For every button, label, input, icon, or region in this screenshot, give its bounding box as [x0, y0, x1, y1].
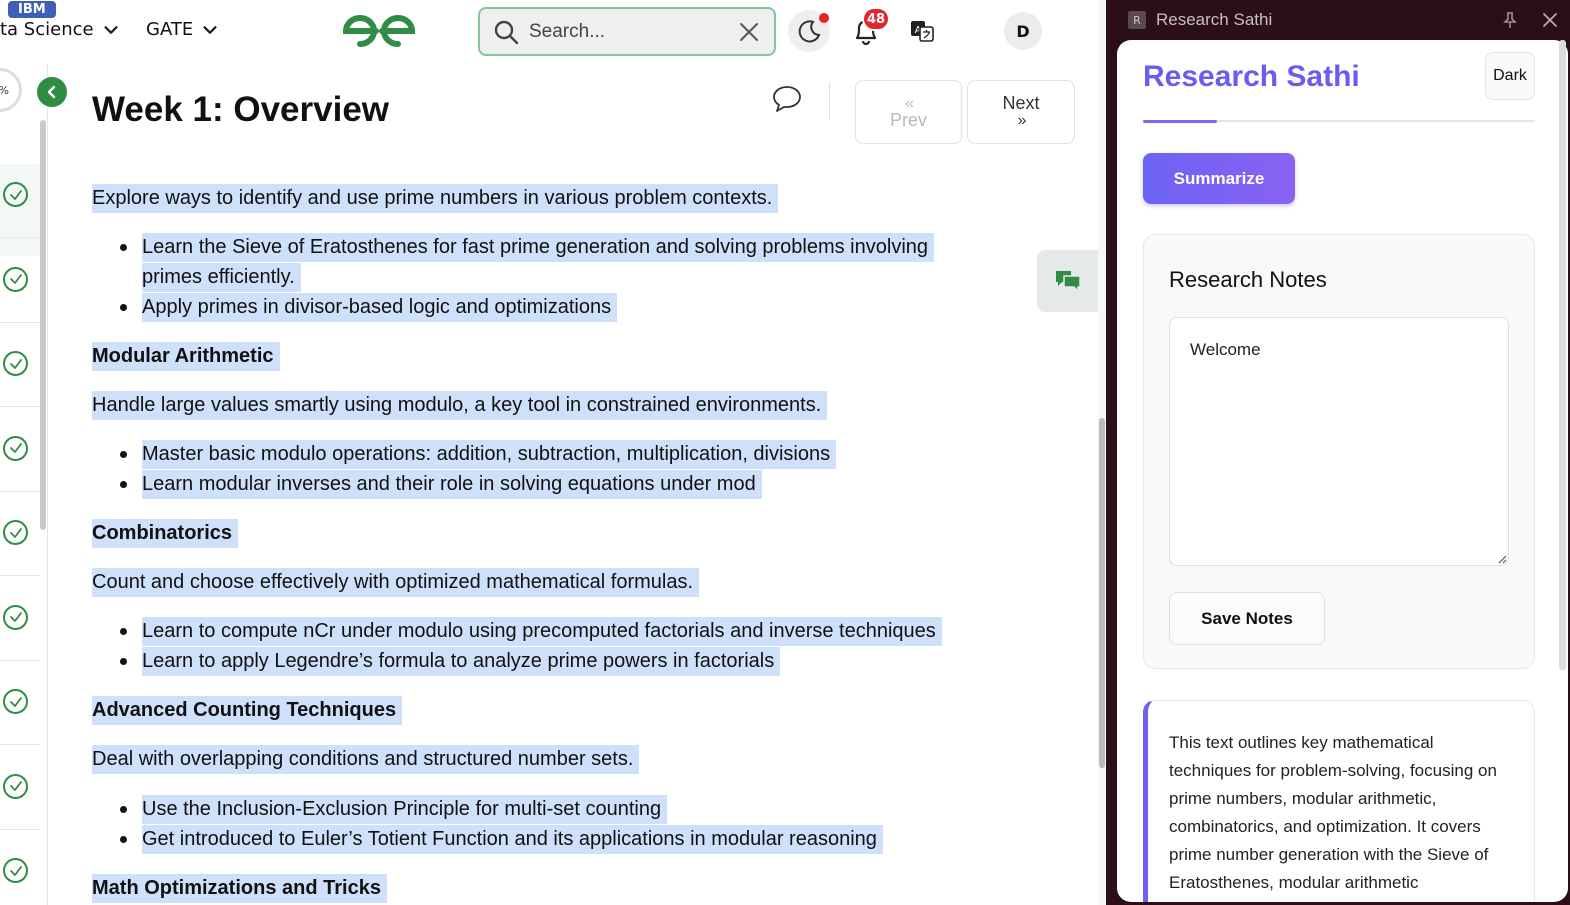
nav-data-science[interactable]: ta Science: [0, 19, 120, 40]
main-scrollbar-thumb[interactable]: [1099, 418, 1105, 768]
notes-textarea[interactable]: Welcome: [1169, 317, 1509, 566]
rail-scrollbar[interactable]: [40, 120, 46, 530]
status-dot: [819, 13, 829, 23]
rail-separator: [0, 575, 40, 576]
header-divider: [829, 82, 830, 120]
list-item: Learn the Sieve of Eratosthenes for fast…: [142, 232, 935, 262]
completed-check-icon[interactable]: [3, 182, 28, 207]
next-label: Next: [1002, 93, 1040, 113]
list-item: Learn modular inverses and their role in…: [142, 469, 762, 499]
paragraph: Count and choose effectively with optimi…: [92, 567, 700, 597]
prev-button[interactable]: « Prev: [855, 80, 962, 144]
list-item: Learn to compute nCr under modulo using …: [142, 616, 942, 646]
panel-scrollbar[interactable]: [1559, 40, 1566, 670]
panel-title: Research Sathi: [1143, 60, 1360, 93]
completed-check-icon[interactable]: [3, 689, 28, 714]
notification-badge: 48: [862, 7, 890, 31]
completed-check-icon[interactable]: [3, 266, 28, 292]
chat-button[interactable]: [1037, 250, 1099, 312]
bullet: [120, 304, 127, 311]
panel-divider-accent: [1143, 120, 1217, 123]
rail-separator: [0, 490, 40, 492]
save-notes-button[interactable]: Save Notes: [1169, 592, 1325, 645]
search-box[interactable]: [478, 7, 776, 56]
collapse-sidebar-button[interactable]: [37, 77, 67, 107]
rail-separator: [0, 237, 40, 238]
rail-active-item: [0, 164, 40, 256]
progress-rail: %: [0, 64, 48, 905]
comment-icon[interactable]: [771, 84, 803, 114]
list-item: Master basic modulo operations: addition…: [142, 439, 837, 469]
chevron-down-icon: [104, 25, 118, 34]
completed-check-icon[interactable]: [3, 858, 28, 883]
completed-check-icon[interactable]: [3, 773, 28, 799]
bullet: [120, 628, 127, 635]
clear-search-icon[interactable]: [738, 21, 760, 43]
side-panel-header: R Research Sathi: [1106, 0, 1570, 40]
rail-separator: [0, 828, 40, 830]
list-item: Learn to apply Legendre’s formula to ana…: [142, 646, 781, 676]
list-item: Apply primes in divisor-based logic and …: [142, 292, 618, 322]
section-heading: Math Optimizations and Tricks: [92, 873, 387, 903]
dark-mode-toggle[interactable]: [788, 10, 830, 52]
paragraph: Deal with overlapping conditions and str…: [92, 744, 640, 774]
notes-card: Research Notes Welcome Save Notes: [1143, 234, 1535, 669]
rail-separator: [0, 744, 40, 745]
list-item-continued: primes efficiently.: [142, 262, 301, 292]
section-heading: Modular Arithmetic: [92, 341, 280, 371]
page-title: Week 1: Overview: [92, 90, 390, 129]
section-heading: Combinatorics: [92, 518, 239, 548]
bullet: [120, 836, 127, 843]
paragraph: Explore ways to identify and use prime n…: [92, 183, 779, 213]
gfg-logo-icon[interactable]: [340, 11, 418, 51]
research-panel: Research Sathi Dark Summarize Research N…: [1117, 40, 1568, 902]
top-navigation-bar: IBM ta Science GATE 48 A D: [0, 0, 1098, 64]
completed-check-icon[interactable]: [3, 520, 28, 545]
nav-gate[interactable]: GATE: [146, 19, 219, 40]
bullet: [120, 481, 127, 488]
rail-separator: [0, 659, 40, 661]
next-button[interactable]: Next »: [967, 80, 1075, 144]
resize-handle-icon[interactable]: [1497, 554, 1507, 564]
close-icon[interactable]: [1542, 12, 1558, 28]
nav-label: ta Science: [0, 19, 94, 40]
double-chevron-right-icon: »: [1017, 112, 1027, 129]
nav-label: GATE: [146, 19, 194, 40]
chevron-down-icon: [203, 25, 217, 34]
moon-icon: [798, 20, 821, 43]
chevron-left-icon: [47, 85, 56, 99]
completed-check-icon[interactable]: [3, 351, 28, 376]
ibm-badge: IBM: [8, 1, 56, 18]
theme-toggle-button[interactable]: Dark: [1485, 52, 1535, 100]
extension-icon: R: [1128, 11, 1146, 29]
bullet: [120, 806, 127, 813]
notes-title: Research Notes: [1169, 267, 1327, 292]
section-heading: Advanced Counting Techniques: [92, 695, 403, 725]
search-input[interactable]: [529, 20, 729, 43]
completed-check-icon[interactable]: [3, 604, 28, 630]
bullet: [120, 244, 127, 251]
bullet: [120, 451, 127, 458]
translate-icon[interactable]: A: [910, 20, 934, 42]
search-icon: [494, 20, 519, 44]
chat-icon: [1056, 271, 1081, 293]
paragraph: Handle large values smartly using modulo…: [92, 390, 828, 420]
progress-circle: %: [0, 68, 22, 112]
pin-icon[interactable]: [1502, 11, 1518, 29]
completed-check-icon[interactable]: [3, 435, 28, 461]
list-item: Use the Inclusion-Exclusion Principle fo…: [142, 794, 668, 824]
side-panel-title: Research Sathi: [1156, 10, 1273, 29]
rail-separator: [0, 321, 40, 323]
prev-label: Prev: [889, 110, 927, 130]
summary-output: This text outlines key mathematical tech…: [1143, 700, 1535, 902]
list-item: Get introduced to Euler’s Totient Functi…: [142, 824, 883, 854]
bullet: [120, 658, 127, 665]
user-avatar[interactable]: D: [1004, 12, 1042, 50]
rail-separator: [0, 406, 40, 407]
summarize-button[interactable]: Summarize: [1143, 153, 1295, 204]
